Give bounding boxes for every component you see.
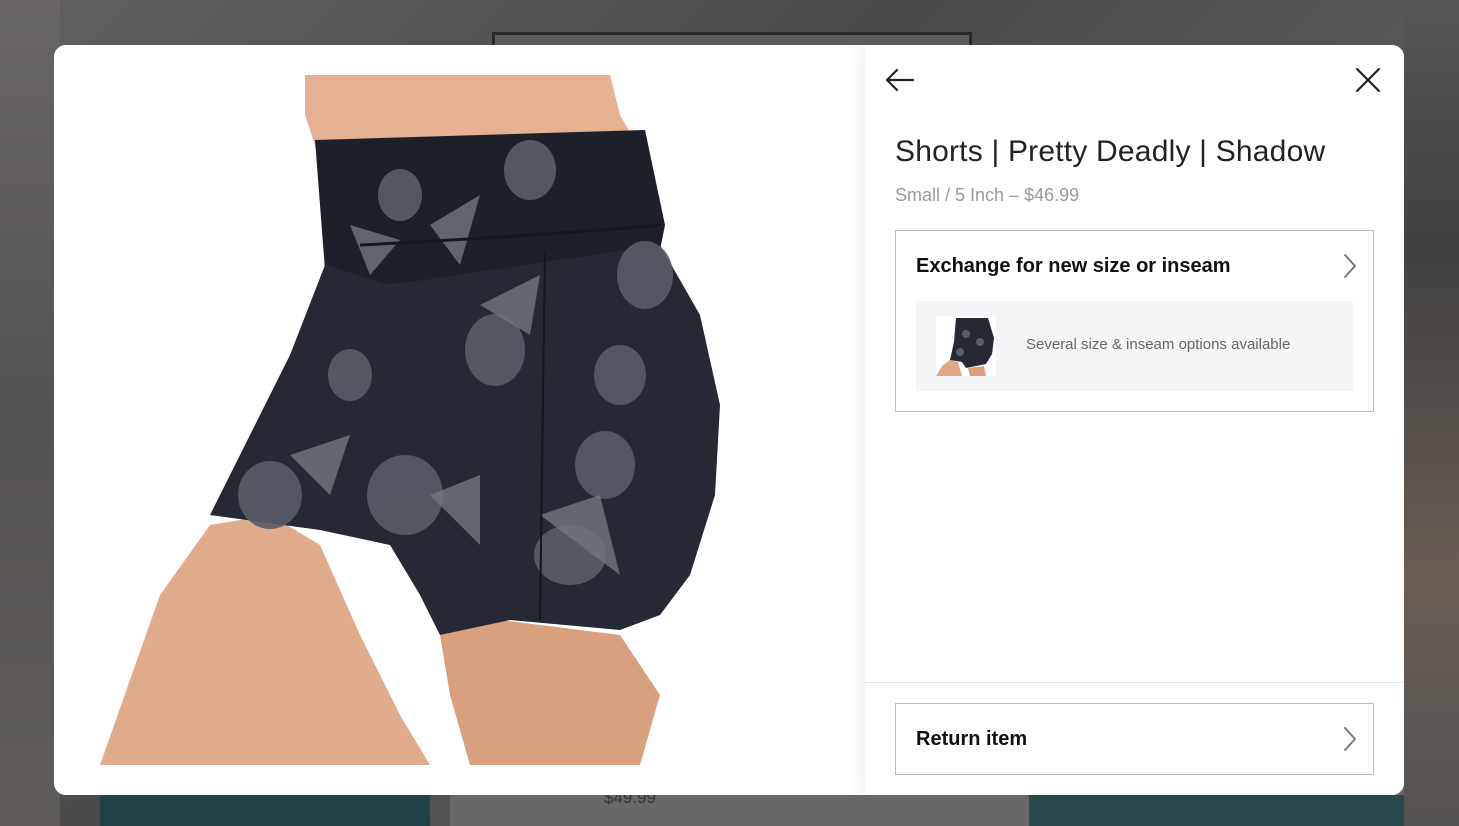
return-exchange-modal: Shorts | Pretty Deadly | Shadow Small / … (54, 45, 1404, 795)
product-detail-pane: Shorts | Pretty Deadly | Shadow Small / … (865, 45, 1404, 795)
return-label: Return item (916, 728, 1028, 750)
exchange-info-box: Several size & inseam options available (916, 301, 1353, 391)
exchange-option[interactable]: Exchange for new size or inseam Several … (895, 230, 1374, 412)
product-title: Shorts | Pretty Deadly | Shadow (895, 135, 1326, 168)
chevron-right-icon (1344, 254, 1356, 278)
product-thumbnail (936, 316, 996, 376)
exchange-info-text: Several size & inseam options available (1026, 336, 1291, 353)
footer-divider (865, 682, 1404, 683)
product-variant: Small / 5 Inch – $46.99 (895, 185, 1080, 205)
product-photo (100, 75, 720, 765)
exchange-label: Exchange for new size or inseam (916, 255, 1231, 277)
back-button[interactable] (883, 65, 917, 95)
product-image-pane (54, 45, 865, 795)
return-item-button[interactable]: Return item (895, 703, 1374, 775)
arrow-left-icon (885, 68, 915, 92)
close-icon (1355, 67, 1381, 93)
chevron-right-icon (1344, 727, 1356, 751)
close-button[interactable] (1353, 65, 1383, 95)
